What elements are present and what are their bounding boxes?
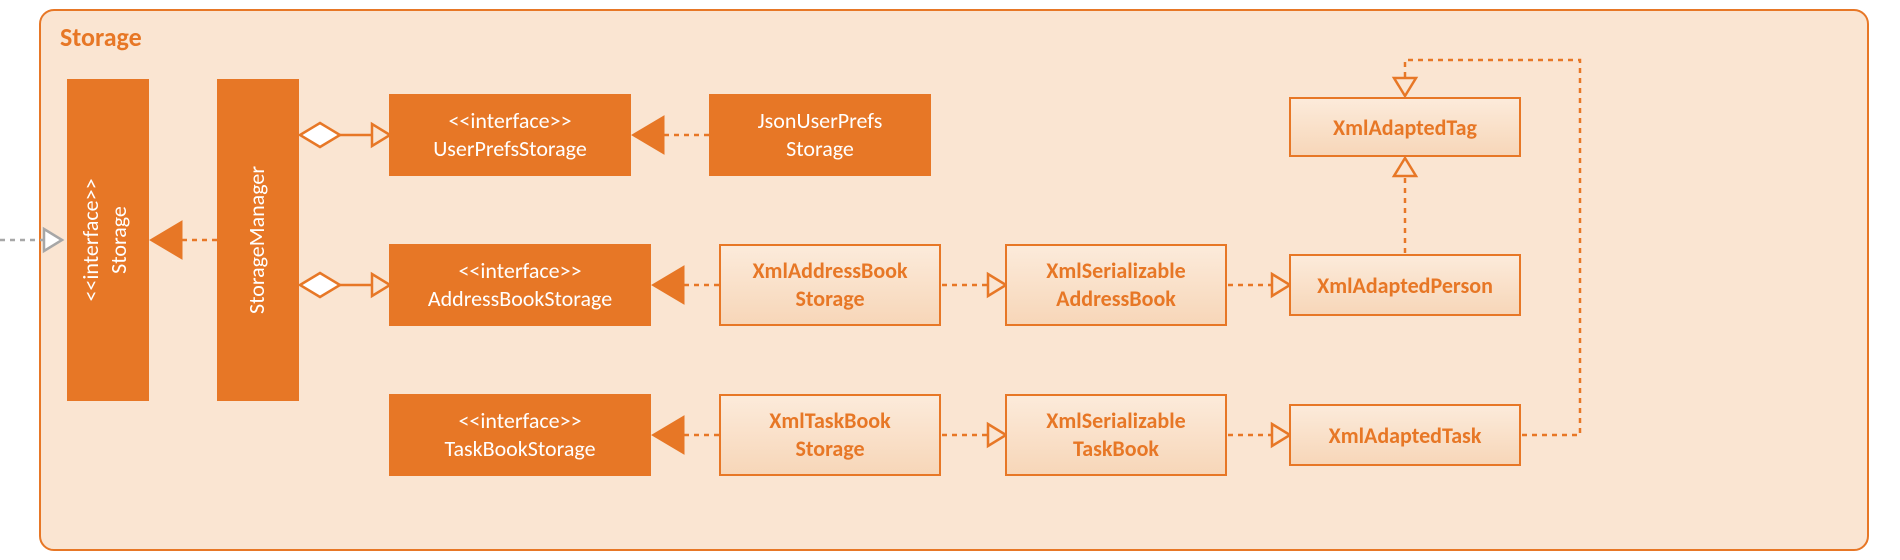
person-name: XmlAdaptedPerson xyxy=(1317,272,1493,299)
addressbook-name: AddressBookStorage xyxy=(428,285,612,312)
storage-uml-diagram: Storage <<interface>> Storage StorageMan… xyxy=(0,0,1900,560)
userprefs-stereotype: <<interface>> xyxy=(448,107,571,134)
storage-interface-name: Storage xyxy=(105,206,132,274)
node-xml-adapted-person: XmlAdaptedPerson xyxy=(1290,255,1520,315)
task-name: XmlAdaptedTask xyxy=(1329,422,1482,449)
json-userprefs-line2: Storage xyxy=(786,135,854,162)
taskbook-stereotype: <<interface>> xyxy=(458,407,581,434)
node-storage-manager: StorageManager xyxy=(218,80,298,400)
node-taskbook-interface: <<interface>> TaskBookStorage xyxy=(390,395,650,475)
addressbook-stereotype: <<interface>> xyxy=(458,257,581,284)
package-title: Storage xyxy=(60,21,142,53)
node-userprefs-interface: <<interface>> UserPrefsStorage xyxy=(390,95,630,175)
json-userprefs-line1: JsonUserPrefs xyxy=(758,107,883,134)
xtbs-line1: XmlTaskBook xyxy=(769,407,891,434)
tag-name: XmlAdaptedTag xyxy=(1333,114,1477,141)
xsab-line2: AddressBook xyxy=(1056,285,1176,312)
storage-manager-name: StorageManager xyxy=(243,166,270,314)
node-xml-adapted-task: XmlAdaptedTask xyxy=(1290,405,1520,465)
storage-interface-stereotype: <<interface>> xyxy=(77,178,104,301)
userprefs-name: UserPrefsStorage xyxy=(433,135,587,162)
node-storage-interface: <<interface>> Storage xyxy=(68,80,148,400)
node-xml-addressbook-storage: XmlAddressBook Storage xyxy=(720,245,940,325)
xstb-line2: TaskBook xyxy=(1073,435,1159,462)
xabs-line1: XmlAddressBook xyxy=(752,257,908,284)
node-xml-taskbook-storage: XmlTaskBook Storage xyxy=(720,395,940,475)
node-xml-serializable-addressbook: XmlSerializable AddressBook xyxy=(1006,245,1226,325)
node-xml-serializable-taskbook: XmlSerializable TaskBook xyxy=(1006,395,1226,475)
xstb-line1: XmlSerializable xyxy=(1046,407,1185,434)
node-xml-adapted-tag: XmlAdaptedTag xyxy=(1290,98,1520,156)
node-json-userprefs-storage: JsonUserPrefs Storage xyxy=(710,95,930,175)
taskbook-name: TaskBookStorage xyxy=(444,435,595,462)
xtbs-line2: Storage xyxy=(795,435,864,462)
xsab-line1: XmlSerializable xyxy=(1046,257,1185,284)
xabs-line2: Storage xyxy=(795,285,864,312)
node-addressbook-interface: <<interface>> AddressBookStorage xyxy=(390,245,650,325)
